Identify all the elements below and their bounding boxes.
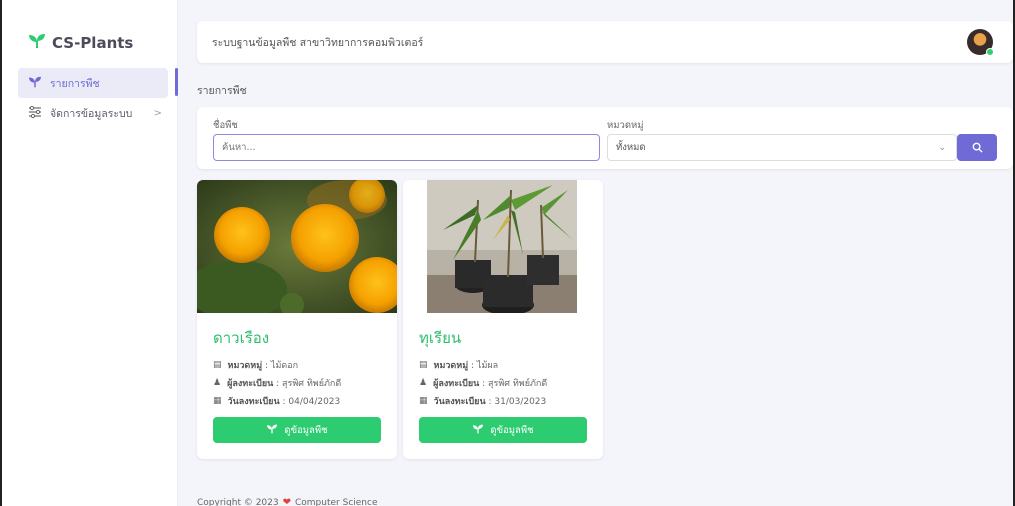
sprout-icon: [472, 424, 484, 437]
sprout-icon: [28, 33, 46, 53]
user-icon: ♟: [213, 378, 222, 388]
sidebar-item-plants[interactable]: รายการพืช: [18, 68, 168, 98]
topbar: ระบบฐานข้อมูลพืช สาขาวิทยาการคอมพิวเตอร์: [197, 21, 1013, 63]
filter-card: ชื่อพืช หมวดหมู่ ทั้งหมด ⌄: [197, 107, 1013, 169]
calendar-icon: ▦: [213, 396, 222, 406]
chevron-right-icon: >: [153, 107, 162, 119]
list-icon: ▤: [419, 360, 428, 370]
category-select-value: ทั้งหมด: [616, 142, 646, 153]
sidebar-item-system-settings[interactable]: จัดการข้อมูลระบบ >: [18, 98, 168, 128]
view-plant-button[interactable]: ดูข้อมูลพืช: [213, 417, 381, 443]
active-indicator: [175, 68, 178, 96]
registrar-row: ♟ ผู้ลงทะเบียน : สุรพิศ ทิพย์ภักดี: [419, 378, 548, 389]
date-row: ▦ วันลงทะเบียน : 31/03/2023: [419, 396, 547, 407]
user-icon: ♟: [419, 378, 428, 388]
sidebar-item-label: จัดการข้อมูลระบบ: [50, 107, 133, 120]
footer: Copyright © 2023 ❤ Computer Science: [197, 497, 378, 506]
view-plant-button-label: ดูข้อมูลพืช: [490, 424, 534, 436]
plant-card: ทุเรียน ▤ หมวดหมู่ : ไม้ผล ♟ ผู้ลงทะเบีย…: [403, 180, 603, 459]
avatar[interactable]: [967, 29, 994, 56]
page-title: รายการพืช: [197, 85, 247, 97]
plant-name: ดาวเรือง: [213, 329, 270, 347]
date-value: 04/04/2023: [288, 397, 341, 407]
plant-card: ดาวเรือง ▤ หมวดหมู่ : ไม้ดอก ♟ ผู้ลงทะเบ…: [197, 180, 397, 459]
registrar-meta-label: ผู้ลงทะเบียน: [433, 379, 480, 389]
view-plant-button-label: ดูข้อมูลพืช: [284, 424, 328, 436]
date-meta-label: วันลงทะเบียน: [227, 397, 280, 407]
category-row: ▤ หมวดหมู่ : ไม้ผล: [419, 360, 499, 371]
sprout-icon: [28, 76, 42, 91]
sidebar: CS-Plants รายการพืช จัดการข้อมูลระบบ >: [2, 0, 178, 506]
registrar-row: ♟ ผู้ลงทะเบียน : สุรพิศ ทิพย์ภักดี: [213, 378, 342, 389]
list-icon: ▤: [213, 360, 222, 370]
category-value: ไม้ผล: [476, 361, 499, 371]
date-meta-label: วันลงทะเบียน: [433, 397, 486, 407]
category-meta-label: หมวดหมู่: [433, 361, 469, 371]
date-row: ▦ วันลงทะเบียน : 04/04/2023: [213, 396, 341, 407]
copyright-text: Copyright © 2023: [197, 497, 279, 506]
calendar-icon: ▦: [419, 396, 428, 406]
category-row: ▤ หมวดหมู่ : ไม้ดอก: [213, 360, 299, 371]
search-button[interactable]: [957, 134, 997, 161]
search-icon: [972, 138, 983, 157]
sidebar-item-label: รายการพืช: [50, 77, 100, 90]
category-value: ไม้ดอก: [270, 361, 299, 371]
brand-logo[interactable]: CS-Plants: [28, 33, 133, 53]
plant-name-label: ชื่อพืช: [213, 120, 238, 131]
heart-icon: ❤: [282, 497, 291, 506]
category-meta-label: หมวดหมู่: [227, 361, 263, 371]
view-plant-button[interactable]: ดูข้อมูลพืช: [419, 417, 587, 443]
plant-name: ทุเรียน: [419, 329, 462, 347]
date-value: 31/03/2023: [494, 397, 547, 407]
sliders-icon: [28, 105, 42, 121]
plant-photo-durian: [403, 180, 603, 313]
plant-photo-marigold: [197, 180, 397, 313]
topbar-title: ระบบฐานข้อมูลพืช สาขาวิทยาการคอมพิวเตอร์: [212, 36, 424, 49]
footer-org: Computer Science: [295, 497, 378, 506]
online-status-dot: [986, 48, 994, 56]
registrar-meta-label: ผู้ลงทะเบียน: [227, 379, 274, 389]
chevron-down-icon: ⌄: [938, 142, 946, 153]
category-label: หมวดหมู่: [607, 120, 644, 131]
brand-name: CS-Plants: [52, 34, 134, 52]
sprout-icon: [266, 424, 278, 437]
plant-name-search-input[interactable]: [213, 134, 600, 161]
category-select[interactable]: ทั้งหมด ⌄: [607, 134, 957, 161]
registrar-value: สุรพิศ ทิพย์ภักดี: [488, 379, 548, 389]
registrar-value: สุรพิศ ทิพย์ภักดี: [282, 379, 342, 389]
